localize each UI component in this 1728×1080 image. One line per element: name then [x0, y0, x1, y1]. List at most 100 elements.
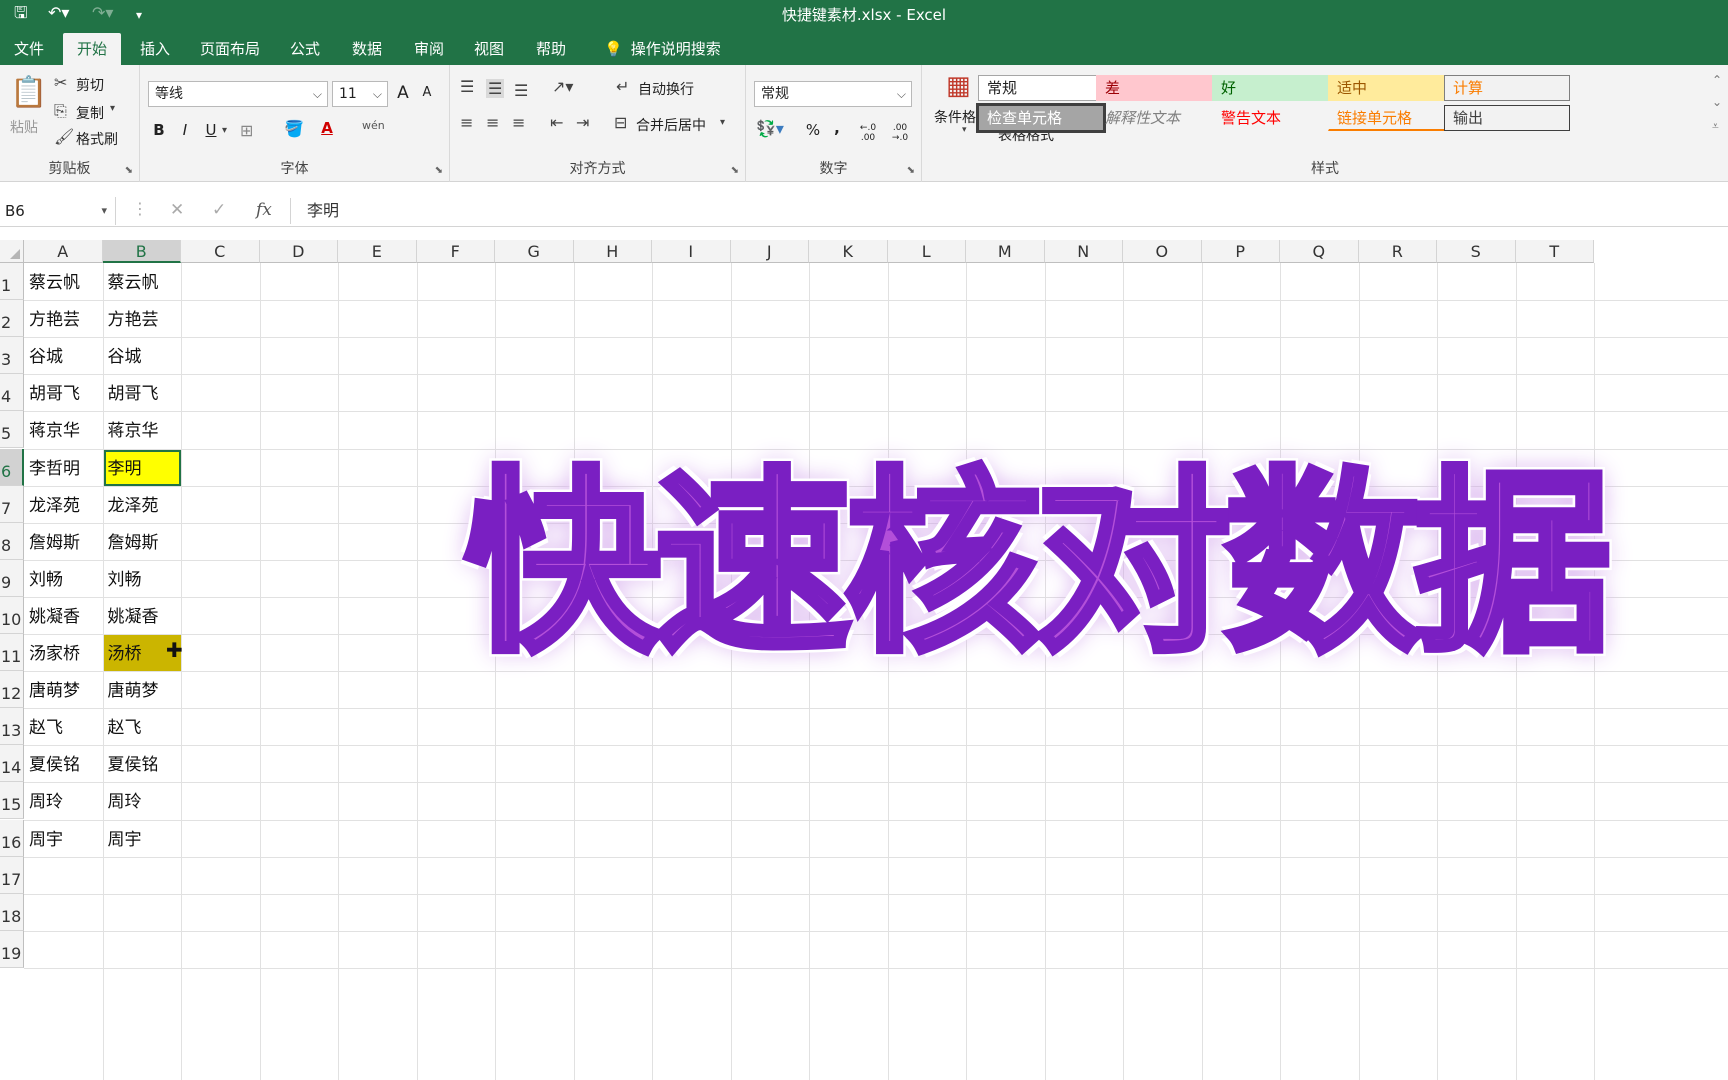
row-header-13[interactable]: 13	[0, 708, 24, 746]
row-header-19[interactable]: 19	[0, 930, 24, 968]
cut-icon[interactable]: ✂	[54, 73, 67, 92]
row-header-6[interactable]: 6	[0, 448, 24, 486]
dialog-launcher-icon[interactable]: ⬊	[731, 165, 739, 176]
cell-a5[interactable]: 蒋京华	[25, 412, 103, 448]
cell-style-0[interactable]: 常规	[978, 75, 1104, 101]
cell-a1[interactable]: 蔡云帆	[25, 264, 103, 300]
dialog-launcher-icon[interactable]: ⬊	[435, 165, 443, 176]
row-header-4[interactable]: 4	[0, 374, 24, 412]
cell-b9[interactable]: 刘畅	[104, 561, 182, 597]
font-color-button[interactable]: A	[316, 119, 338, 137]
chevron-down-icon[interactable]: ▾	[720, 117, 725, 128]
cell-style-9[interactable]: 输出	[1444, 105, 1570, 131]
row-header-15[interactable]: 15	[0, 782, 24, 820]
cell-b7[interactable]: 龙泽苑	[104, 487, 182, 523]
merge-center-icon[interactable]: ⊟	[614, 113, 627, 132]
column-header-r[interactable]: R	[1358, 240, 1437, 263]
column-header-f[interactable]: F	[416, 240, 495, 263]
cell-b3[interactable]: 谷城	[104, 338, 182, 374]
row-header-17[interactable]: 17	[0, 856, 24, 894]
cell-style-3[interactable]: 适中	[1328, 75, 1454, 101]
decrease-indent-icon[interactable]: ⇤	[550, 113, 563, 132]
cell-style-6[interactable]: 解释性文本	[1096, 105, 1222, 131]
bold-button[interactable]: B	[148, 121, 170, 139]
format-painter-icon[interactable]: 🖌	[54, 127, 74, 146]
cell-b10[interactable]: 姚凝香	[104, 598, 182, 634]
tab-insert[interactable]: 插入	[126, 33, 184, 65]
row-header-3[interactable]: 3	[0, 337, 24, 375]
row-header-2[interactable]: 2	[0, 300, 24, 338]
format-painter-button[interactable]: 格式刷	[76, 129, 118, 149]
column-header-d[interactable]: D	[259, 240, 338, 263]
chevron-down-icon[interactable]: ▾	[110, 103, 115, 114]
row-header-5[interactable]: 5	[0, 411, 24, 449]
tab-view[interactable]: 视图	[460, 33, 518, 65]
shrink-font-button[interactable]: A	[416, 85, 438, 100]
borders-icon[interactable]: ⊞	[240, 121, 253, 140]
gallery-down-icon[interactable]: ⌄	[1712, 95, 1722, 109]
cell-a8[interactable]: 詹姆斯	[25, 524, 103, 560]
cell-a12[interactable]: 唐萌梦	[25, 672, 103, 708]
cell-b2[interactable]: 方艳芸	[104, 301, 182, 337]
accounting-format-icon[interactable]: 💱▾	[756, 119, 784, 138]
wrap-text-icon[interactable]: ↵	[616, 77, 629, 96]
number-format-select[interactable]: 常规 ⌵	[754, 81, 912, 107]
fill-color-icon[interactable]: 🪣	[284, 119, 304, 138]
cell-style-7[interactable]: 警告文本	[1212, 105, 1338, 131]
align-right-icon[interactable]: ≡	[512, 113, 525, 132]
grow-font-button[interactable]: A	[392, 83, 414, 103]
cell-b16[interactable]: 周宇	[104, 821, 182, 857]
row-header-11[interactable]: 11	[0, 634, 24, 672]
cell-a2[interactable]: 方艳芸	[25, 301, 103, 337]
align-bottom-icon[interactable]: ☰	[514, 81, 528, 100]
italic-button[interactable]: I	[174, 121, 196, 139]
cell-a10[interactable]: 姚凝香	[25, 598, 103, 634]
column-header-p[interactable]: P	[1201, 240, 1280, 263]
font-name-select[interactable]: 等线 ⌵	[148, 81, 328, 107]
cell-style-4[interactable]: 计算	[1444, 75, 1570, 101]
row-header-16[interactable]: 16	[0, 819, 24, 857]
cell-style-5[interactable]: 检查单元格	[976, 103, 1106, 133]
column-header-g[interactable]: G	[495, 240, 574, 263]
phonetic-guide-button[interactable]: wén	[362, 119, 385, 132]
row-header-12[interactable]: 12	[0, 671, 24, 709]
column-header-m[interactable]: M	[966, 240, 1045, 263]
column-header-n[interactable]: N	[1044, 240, 1123, 263]
chevron-down-icon[interactable]: ▾	[222, 125, 227, 136]
dialog-launcher-icon[interactable]: ⬊	[907, 165, 915, 176]
gallery-up-icon[interactable]: ⌃	[1712, 73, 1722, 87]
column-header-i[interactable]: I	[652, 240, 731, 263]
wrap-text-button[interactable]: 自动换行	[638, 79, 694, 99]
tell-me-search[interactable]: 💡 操作说明搜索	[590, 33, 735, 65]
tab-home[interactable]: 开始	[63, 33, 122, 65]
tab-help[interactable]: 帮助	[522, 33, 580, 65]
column-header-e[interactable]: E	[338, 240, 417, 263]
cell-b13[interactable]: 赵飞	[104, 709, 182, 745]
gallery-more-icon[interactable]: ⩡	[1712, 119, 1719, 134]
percent-button[interactable]: %	[802, 121, 824, 139]
paste-icon[interactable]: 📋	[10, 75, 47, 110]
cell-b12[interactable]: 唐萌梦	[104, 672, 182, 708]
font-size-select[interactable]: 11 ⌵	[332, 81, 388, 107]
row-header-8[interactable]: 8	[0, 522, 24, 560]
cell-a7[interactable]: 龙泽苑	[25, 487, 103, 523]
row-header-18[interactable]: 18	[0, 893, 24, 931]
cell-a11[interactable]: 汤家桥	[25, 635, 103, 671]
align-middle-icon[interactable]: ☰	[486, 79, 505, 98]
align-top-icon[interactable]: ☰	[460, 77, 474, 96]
tab-formulas[interactable]: 公式	[276, 33, 334, 65]
dialog-launcher-icon[interactable]: ⬊	[125, 165, 133, 176]
cell-style-8[interactable]: 链接单元格	[1328, 105, 1454, 131]
column-header-j[interactable]: J	[730, 240, 809, 263]
column-header-l[interactable]: L	[887, 240, 966, 263]
row-header-1[interactable]: 1	[0, 263, 24, 301]
column-header-s[interactable]: S	[1437, 240, 1516, 263]
enter-icon[interactable]: ✓	[212, 200, 226, 220]
column-header-t[interactable]: T	[1515, 240, 1594, 263]
column-header-h[interactable]: H	[573, 240, 652, 263]
cell-b4[interactable]: 胡哥飞	[104, 375, 182, 411]
decrease-decimal-button[interactable]: .00 →.0	[886, 123, 914, 143]
copy-button[interactable]: 复制	[76, 103, 104, 123]
tab-file[interactable]: 文件	[0, 33, 58, 65]
row-header-7[interactable]: 7	[0, 485, 24, 523]
